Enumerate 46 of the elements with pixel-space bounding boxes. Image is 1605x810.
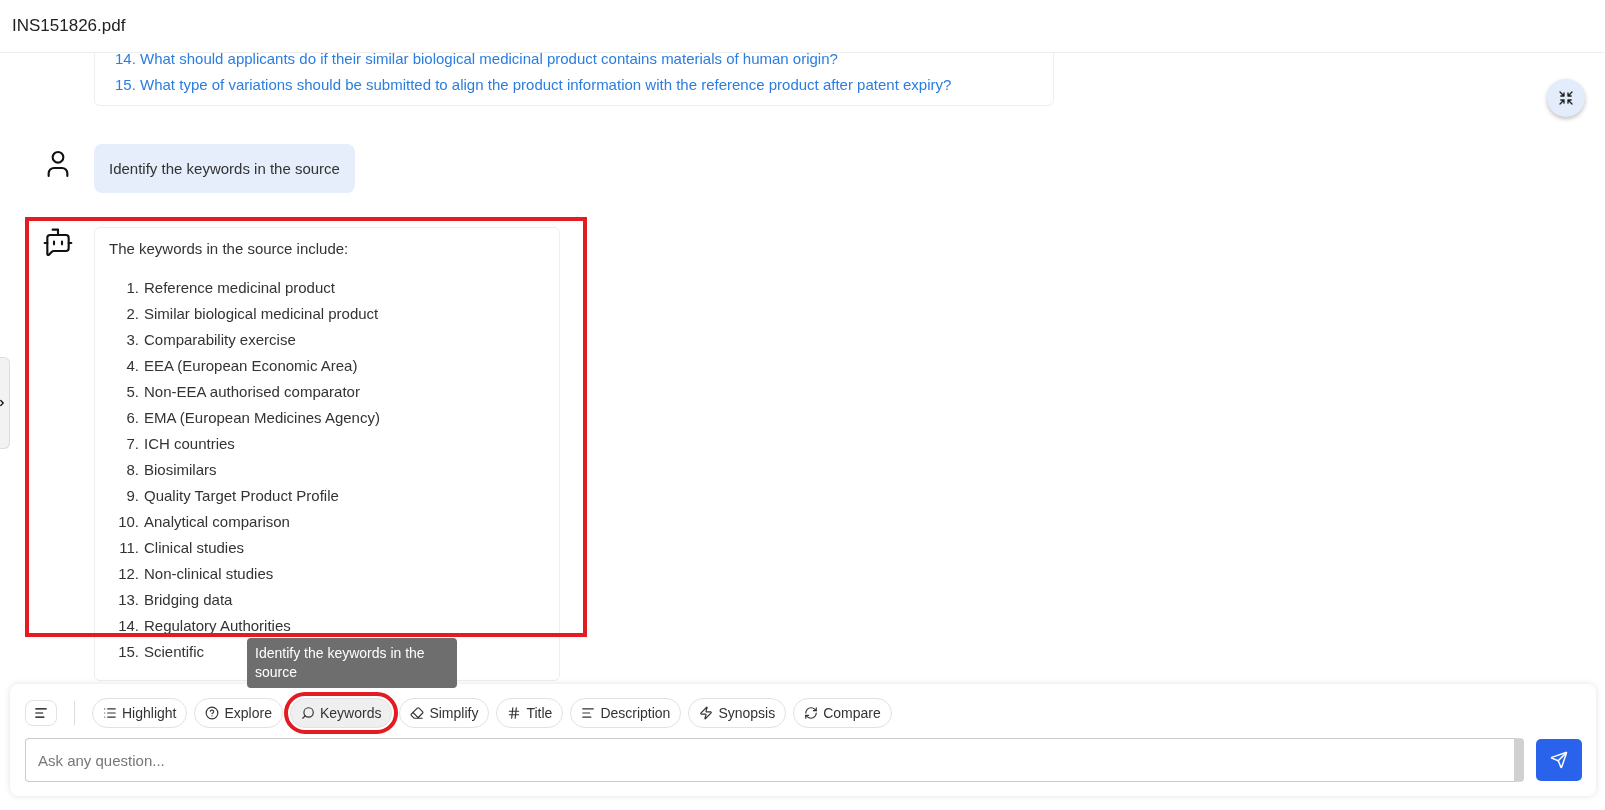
keyword-item: 7. ICH countries	[125, 435, 235, 452]
robot-icon	[42, 227, 74, 259]
tool-button[interactable]: Explore	[194, 698, 283, 728]
hash-icon	[507, 706, 522, 720]
keyword-item: 3. Comparability exercise	[125, 331, 296, 348]
keyword-item: 11. Clinical studies	[118, 539, 245, 556]
menu-icon	[34, 706, 48, 720]
keyword-item: 14. Regulatory Authorities	[117, 617, 291, 634]
side-panel-toggle[interactable]	[0, 357, 10, 449]
question-input[interactable]: Ask any question...	[25, 738, 1524, 782]
shrink-icon	[1558, 90, 1574, 106]
document-title: INS151826.pdf	[12, 16, 126, 36]
keyword-item: 4. EEA (European Economic Area)	[125, 357, 358, 374]
tooltip: Identify the keywords in the source	[247, 638, 457, 688]
keyword-item: 12. Non-clinical studies	[117, 565, 274, 582]
chevron-icon	[0, 398, 7, 408]
keyword-item: 2. Similar biological medicinal product	[125, 305, 379, 322]
collapse-button[interactable]	[1547, 79, 1585, 117]
keyword-item: 6. EMA (European Medicines Agency)	[125, 409, 380, 426]
tool-button[interactable]: Highlight	[92, 698, 188, 728]
list-icon	[103, 706, 117, 720]
keyword-item: 9. Quality Target Product Profile	[125, 487, 339, 504]
eraser-icon	[410, 706, 425, 720]
search-icon	[300, 706, 315, 720]
answer-intro: The keywords in the source include:	[109, 240, 350, 257]
tool-button[interactable]: Simplify	[399, 698, 490, 728]
keyword-item: 13. Bridging data	[117, 591, 233, 608]
tool-button[interactable]: Title	[496, 698, 564, 728]
help-icon	[205, 706, 220, 720]
lightning-icon	[699, 706, 714, 720]
menu-button[interactable]	[25, 700, 57, 726]
tool-button[interactable]: Description	[570, 698, 682, 728]
question-link[interactable]: 15. What type of variations should be submitted to align the product information with the reference product after patent expiry?	[115, 76, 1037, 93]
keyword-item: 1. Reference medicinal product	[125, 279, 335, 296]
question-link[interactable]: 14. What should applicants do if their similar biological medicinal product contains materials of human origin?	[115, 53, 1037, 67]
tool-button[interactable]: Synopsis	[688, 698, 787, 728]
user-message: Identify the keywords in the source	[94, 144, 355, 193]
send-icon	[1550, 751, 1568, 769]
refresh-icon	[804, 706, 819, 720]
keyword-item: 5. Non-EEA authorised comparator	[125, 383, 360, 400]
keyword-item: 15. Scientific	[117, 643, 205, 660]
send-button[interactable]	[1536, 739, 1582, 781]
text-lines-icon	[581, 706, 596, 720]
tool-button[interactable]: Compare	[793, 698, 892, 728]
keyword-item: 8. Biosimilars	[125, 461, 217, 478]
keyword-item: 10. Analytical comparison	[117, 513, 290, 530]
